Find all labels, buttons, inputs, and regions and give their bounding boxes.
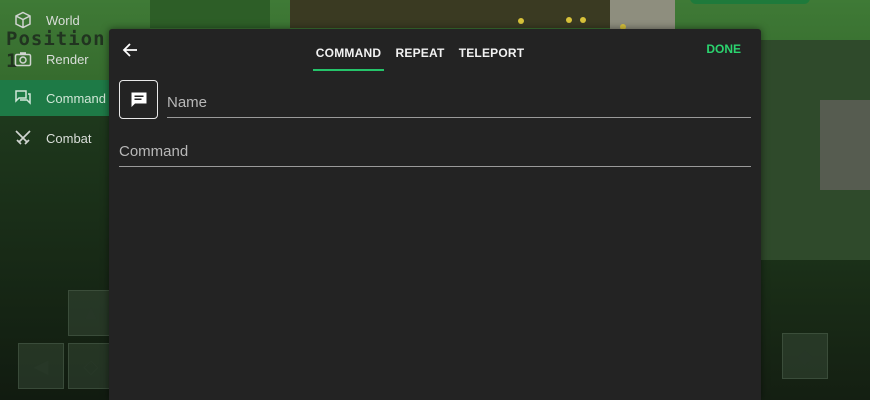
side-menu: Position: 1 World Render Command Combat	[0, 0, 117, 160]
jump-button[interactable]: ◆	[782, 333, 828, 379]
side-item-combat[interactable]: Combat	[0, 120, 112, 156]
message-icon	[131, 92, 146, 107]
dpad-center-button[interactable]: ◇	[68, 343, 114, 389]
side-item-command[interactable]: Command	[0, 80, 112, 116]
dirt-blocks	[290, 0, 610, 28]
tab-repeat[interactable]: REPEAT	[393, 37, 447, 69]
dpad-up-button[interactable]: ▲	[68, 290, 114, 336]
done-button[interactable]: DONE	[706, 42, 741, 56]
diamond-icon: ◇	[83, 355, 99, 378]
camera-icon	[12, 48, 34, 70]
arrow-left-icon	[122, 43, 137, 57]
flower	[566, 17, 572, 23]
triangle-up-icon: ▲	[81, 301, 101, 324]
command-dialog: COMMAND REPEAT TELEPORT DONE	[109, 29, 761, 400]
side-item-label: Command	[46, 90, 106, 106]
flower	[518, 18, 524, 24]
side-item-render[interactable]: Render	[0, 41, 112, 77]
tab-command[interactable]: COMMAND	[313, 37, 384, 71]
grass-shadow	[150, 0, 270, 28]
back-button[interactable]	[119, 39, 141, 61]
chat-icon	[12, 87, 34, 109]
hud-bar	[690, 0, 810, 4]
cube-icon	[12, 9, 34, 31]
side-item-label: World	[46, 12, 80, 28]
name-field[interactable]	[167, 87, 751, 118]
stone-pillar	[820, 100, 870, 190]
crossed-swords-icon	[12, 127, 34, 149]
side-item-label: Combat	[46, 130, 92, 146]
dpad-left-button[interactable]: ◀	[18, 343, 64, 389]
side-item-world[interactable]: World	[0, 2, 112, 38]
command-field[interactable]	[119, 136, 751, 167]
flower	[580, 17, 586, 23]
message-icon-button[interactable]	[119, 80, 158, 119]
triangle-left-icon: ◀	[33, 355, 49, 378]
diamond-icon: ◆	[797, 345, 813, 368]
side-item-label: Render	[46, 51, 89, 67]
tab-teleport[interactable]: TELEPORT	[459, 37, 524, 69]
